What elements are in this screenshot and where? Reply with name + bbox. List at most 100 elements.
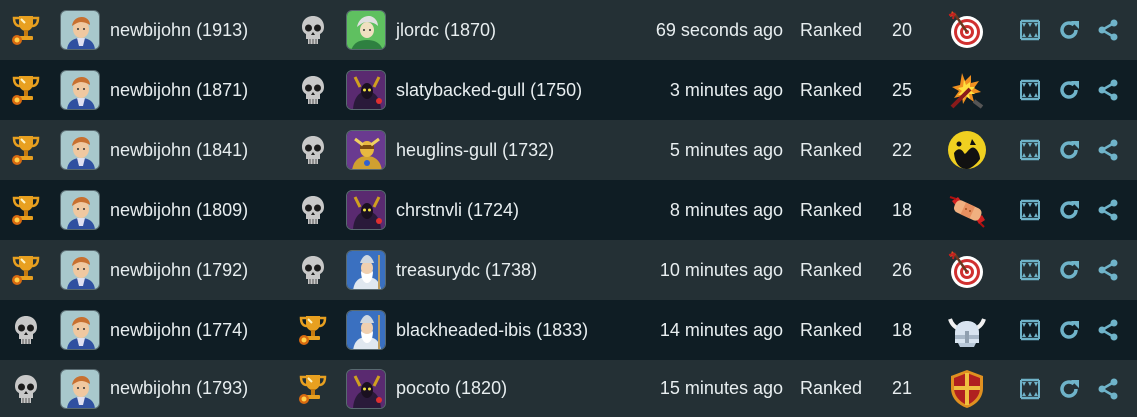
player2-avatar-cell[interactable] [346,180,386,240]
dark-mage-avatar[interactable] [346,368,386,409]
game-time: 3 minutes ago [669,79,783,100]
player2-avatar-cell[interactable] [346,0,386,60]
refresh-icon[interactable] [1056,60,1082,120]
player1-avatar-cell[interactable] [60,180,100,240]
player2-name[interactable]: heuglins-gull (1732) [396,120,554,180]
player2-name[interactable]: chrstnvli (1724) [396,180,519,240]
dark-mage-avatar[interactable] [346,190,386,230]
share-icon[interactable] [1095,0,1121,60]
skull-icon [295,120,331,180]
player1-name[interactable]: newbijohn (1774) [110,300,248,360]
player1-avatar-cell[interactable] [60,300,100,360]
skull-icon [295,240,331,300]
player2-name[interactable]: jlordc (1870) [396,0,496,60]
skull-icon [8,300,44,360]
player1-name[interactable]: newbijohn (1841) [110,120,248,180]
game-time: 14 minutes ago [659,319,783,340]
share-icon[interactable] [1095,360,1121,417]
game-row: newbijohn (1792) treasurydc (1738) 10 minu… [0,240,1137,300]
player2-avatar-cell[interactable] [346,360,386,417]
share-icon[interactable] [1095,60,1121,120]
game-row: newbijohn (1774) blackheaded-ibis (1833) 1… [0,300,1137,360]
trophy-icon [8,240,44,300]
player1-avatar-cell[interactable] [60,0,100,60]
player2-name[interactable]: pocoto (1820) [396,360,507,417]
turn-count: 21 [891,378,913,398]
player1-name[interactable]: newbijohn (1793) [110,360,248,417]
game-time: 15 minutes ago [659,378,783,398]
player2-avatar-cell[interactable] [346,300,386,360]
player1-avatar-cell[interactable] [60,360,100,417]
turn-count: 18 [891,319,913,340]
dark-mage-avatar[interactable] [346,70,386,110]
share-icon[interactable] [1095,180,1121,240]
replay-teeth-icon[interactable] [1017,240,1043,300]
game-mode: Ranked [800,19,863,40]
game-row: newbijohn (1871) slatybacked-gull (1750) 3… [0,60,1137,120]
player2-avatar-cell[interactable] [346,120,386,180]
player1-avatar-cell[interactable] [60,60,100,120]
player1-name[interactable]: newbijohn (1871) [110,60,248,120]
trophy-icon [8,0,44,60]
replay-teeth-icon[interactable] [1017,180,1043,240]
player1-avatar-cell[interactable] [60,120,100,180]
turn-count: 20 [891,19,913,40]
player2-name[interactable]: blackheaded-ibis (1833) [396,300,588,360]
share-icon[interactable] [1095,120,1121,180]
portrait-avatar[interactable] [60,130,100,170]
player1-name[interactable]: newbijohn (1913) [110,0,248,60]
player2-name[interactable]: treasurydc (1738) [396,240,537,300]
player2-avatar-cell[interactable] [346,240,386,300]
game-mode: Ranked [800,378,863,398]
trophy-icon [8,120,44,180]
viking-helmet-icon [944,300,990,360]
portrait-avatar[interactable] [60,70,100,110]
game-mode: Ranked [800,139,863,160]
game-mode: Ranked [800,79,863,100]
turn-count: 22 [891,139,913,160]
refresh-icon[interactable] [1056,240,1082,300]
game-row: newbijohn (1841) heuglins-gull (1732) 5 mi… [0,120,1137,180]
refresh-icon[interactable] [1056,0,1082,60]
game-time: 8 minutes ago [669,199,783,220]
skull-icon [295,0,331,60]
turn-count: 18 [891,199,913,220]
game-row: newbijohn (1809) chrstnvli (1724) 8 minute… [0,180,1137,240]
skull-icon [295,180,331,240]
player2-avatar-cell[interactable] [346,60,386,120]
player1-avatar-cell[interactable] [60,240,100,300]
wizard-avatar[interactable] [346,250,386,290]
portrait-avatar[interactable] [60,190,100,230]
green-elf-avatar[interactable] [346,10,386,50]
portrait-avatar[interactable] [60,250,100,290]
refresh-icon[interactable] [1056,120,1082,180]
replay-teeth-icon[interactable] [1017,0,1043,60]
replay-teeth-icon[interactable] [1017,120,1043,180]
share-icon[interactable] [1095,300,1121,360]
skull-icon [295,60,331,120]
golden-knight-avatar[interactable] [346,130,386,170]
player1-name[interactable]: newbijohn (1809) [110,180,248,240]
game-time: 5 minutes ago [669,139,783,160]
portrait-avatar[interactable] [60,368,100,409]
trophy-icon [295,360,331,417]
portrait-avatar[interactable] [60,310,100,350]
share-icon[interactable] [1095,240,1121,300]
trophy-icon [295,300,331,360]
replay-teeth-icon[interactable] [1017,300,1043,360]
wizard-avatar[interactable] [346,310,386,350]
trophy-icon [8,180,44,240]
game-mode: Ranked [800,319,863,340]
refresh-icon[interactable] [1056,180,1082,240]
player1-name[interactable]: newbijohn (1792) [110,240,248,300]
portrait-avatar[interactable] [60,10,100,50]
explosion-icon [944,60,990,120]
shield-icon [944,360,990,417]
refresh-icon[interactable] [1056,360,1082,417]
game-row: newbijohn (1793) pocoto (1820) 15 minutes … [0,360,1137,417]
target-icon [944,240,990,300]
player2-name[interactable]: slatybacked-gull (1750) [396,60,582,120]
replay-teeth-icon[interactable] [1017,360,1043,417]
replay-teeth-icon[interactable] [1017,60,1043,120]
refresh-icon[interactable] [1056,300,1082,360]
